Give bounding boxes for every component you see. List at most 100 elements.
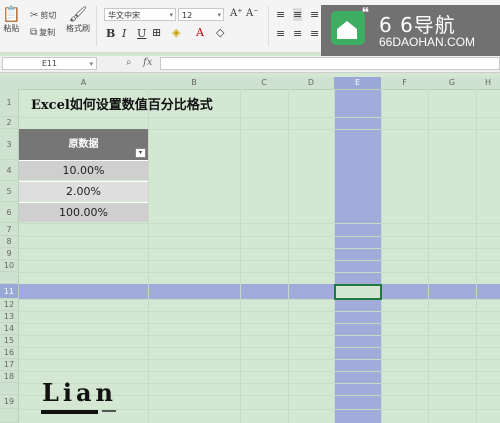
grid-line <box>19 323 500 324</box>
font-size-select[interactable]: 12 ▾ <box>178 8 224 21</box>
grid-line <box>288 89 289 423</box>
grid-line <box>148 89 149 423</box>
table-cell[interactable]: 100.00% <box>19 202 148 222</box>
row-header-12[interactable]: 12 <box>0 299 19 311</box>
row-header-18[interactable]: 18 <box>0 371 19 383</box>
paste-label: 粘贴 <box>3 24 20 33</box>
align-left-icon[interactable]: ≡ <box>276 27 285 40</box>
table-header-label: 原数据 <box>68 139 99 150</box>
site-watermark: ❝ 6 6导航 66DAOHAN.COM <box>321 5 500 56</box>
font-color-icon[interactable]: A <box>196 26 204 39</box>
row-header-17[interactable]: 17 <box>0 359 19 371</box>
copy-icon: ⧉ <box>30 27 38 38</box>
grid-line <box>19 335 500 336</box>
align-center-icon[interactable]: ≡ <box>293 27 302 40</box>
row-header-6[interactable]: 6 <box>0 202 19 223</box>
font-name-value: 华文中宋 <box>108 11 140 20</box>
column-header-a[interactable]: A <box>19 77 149 90</box>
house-icon <box>337 21 357 39</box>
align-middle-icon[interactable]: ≡ <box>293 8 303 21</box>
grid-line <box>19 236 500 237</box>
row-header-14[interactable]: 14 <box>0 323 19 335</box>
column-header-h[interactable]: H <box>476 77 500 90</box>
cut-button[interactable]: ✂ 剪切 <box>30 10 56 21</box>
grid-line <box>476 89 477 423</box>
grid-line <box>19 117 500 118</box>
grid-line <box>19 272 500 273</box>
formula-bar: E11 ▾ ⌕ fx <box>0 56 500 73</box>
brush-icon: 🖌 <box>68 5 88 23</box>
name-box[interactable]: E11 ▾ <box>2 57 97 70</box>
underline-button[interactable]: U <box>137 27 146 40</box>
row-header-19[interactable]: 19 <box>0 395 19 409</box>
signature-logo: Lian <box>42 378 117 407</box>
row-header-16[interactable]: 16 <box>0 347 19 359</box>
row-header-2[interactable]: 2 <box>0 117 19 129</box>
table-cell[interactable]: 2.00% <box>19 181 148 201</box>
row-header-7[interactable]: 7 <box>0 223 19 236</box>
row-header-10[interactable]: 10 <box>0 260 19 272</box>
watermark-url: 66DAOHAN.COM <box>379 35 476 49</box>
table-header-cell[interactable]: 原数据 ▾ <box>19 129 148 160</box>
font-size-value: 12 <box>182 11 193 20</box>
chevron-down-icon: ▾ <box>89 60 93 68</box>
row-header-8[interactable]: 8 <box>0 236 19 248</box>
row-header-19b <box>0 409 19 423</box>
border-icon[interactable]: ⊞ <box>152 26 161 39</box>
paste-button[interactable]: 📋 粘贴 <box>2 6 21 34</box>
column-header-b[interactable]: B <box>148 77 241 90</box>
align-bottom-icon[interactable]: ≡ <box>310 8 319 21</box>
align-top-icon[interactable]: ≡ <box>276 8 285 21</box>
zoom-icon[interactable]: ⌕ <box>126 57 132 68</box>
grid-line <box>381 89 382 423</box>
align-right-icon[interactable]: ≡ <box>310 27 319 40</box>
italic-button[interactable]: I <box>122 27 126 40</box>
font-name-select[interactable]: 华文中宋 ▾ <box>104 8 176 21</box>
column-header-g[interactable]: G <box>428 77 477 90</box>
formula-input[interactable] <box>160 57 500 70</box>
sheet-title: Excel如何设置数值百分比格式 <box>31 98 213 113</box>
fill-color-icon[interactable]: ◈ <box>172 26 180 39</box>
name-box-value: E11 <box>41 59 58 68</box>
clear-format-icon[interactable]: ◇ <box>216 26 224 39</box>
row-header-11[interactable]: 11 <box>0 284 19 299</box>
column-header-e[interactable]: E <box>334 77 382 90</box>
quote-icon: ❝ <box>361 5 369 21</box>
grid-line <box>19 248 500 249</box>
spreadsheet-grid: A B C D E F G H 1 2 3 4 5 6 7 8 9 10 11 … <box>0 77 500 423</box>
grid-line <box>240 89 241 423</box>
row-header-9[interactable]: 9 <box>0 248 19 260</box>
shrink-font-button[interactable]: A⁻ <box>246 8 259 19</box>
chevron-down-icon: ▾ <box>217 11 221 19</box>
column-header-c[interactable]: C <box>240 77 289 90</box>
row-header-1[interactable]: 1 <box>0 89 19 117</box>
grow-font-button[interactable]: A⁺ <box>230 8 243 19</box>
active-cell-e11[interactable] <box>334 284 382 300</box>
filter-dropdown-icon[interactable]: ▾ <box>135 148 146 158</box>
selected-column-highlight <box>334 89 381 423</box>
column-header-d[interactable]: D <box>288 77 335 90</box>
cut-label: 剪切 <box>40 11 57 20</box>
row-header-13[interactable]: 13 <box>0 311 19 323</box>
divider <box>268 6 269 46</box>
row-header-10b <box>0 272 19 284</box>
row-header-15[interactable]: 15 <box>0 335 19 347</box>
bold-button[interactable]: B <box>106 27 115 40</box>
signature-underline <box>41 410 98 414</box>
signature-mark <box>102 410 116 412</box>
column-header-f[interactable]: F <box>381 77 429 90</box>
row-header-18b <box>0 383 19 395</box>
divider <box>96 6 97 46</box>
fx-icon[interactable]: fx <box>143 57 152 68</box>
grid-line <box>19 359 500 360</box>
format-painter-label: 格式刷 <box>66 24 90 33</box>
grid-line <box>19 299 500 300</box>
watermark-title: 6 6导航 <box>379 13 456 37</box>
format-painter-button[interactable]: 🖌 格式刷 <box>66 6 90 34</box>
table-cell[interactable]: 10.00% <box>19 160 148 180</box>
row-header-3[interactable]: 3 <box>0 129 19 160</box>
row-header-5[interactable]: 5 <box>0 181 19 202</box>
row-header-4[interactable]: 4 <box>0 160 19 181</box>
copy-button[interactable]: ⧉ 复制 <box>30 27 55 38</box>
grid-line <box>19 311 500 312</box>
